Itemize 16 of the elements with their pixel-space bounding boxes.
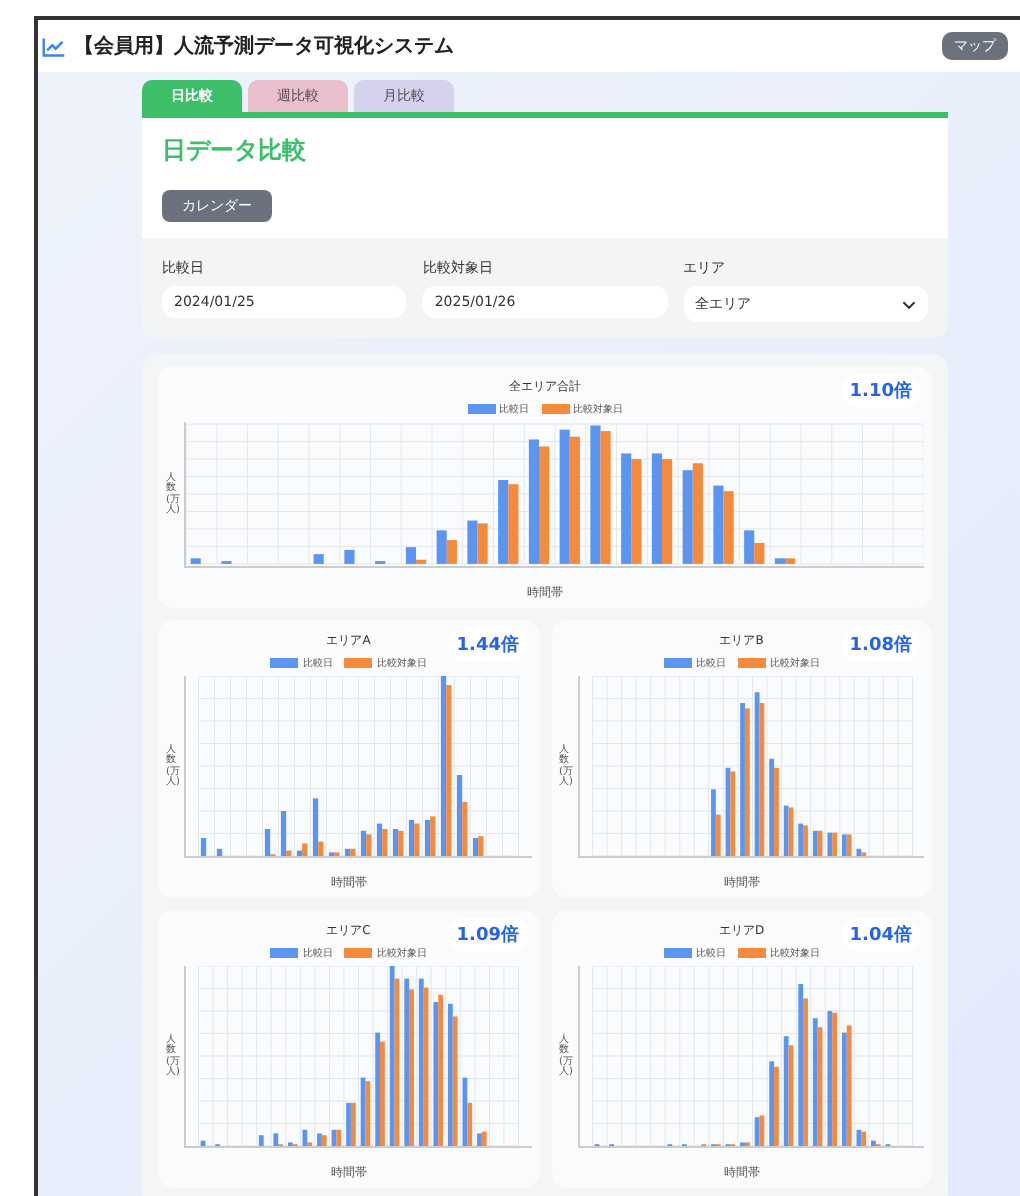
ratio-badge: 1.04倍 (841, 918, 920, 952)
bar (344, 549, 355, 564)
bar (258, 1135, 264, 1146)
ratio-badge: 1.08倍 (841, 628, 920, 662)
line-chart-icon (42, 35, 66, 57)
bar (313, 554, 324, 564)
ratio-badge: 1.10倍 (841, 374, 920, 408)
bar (200, 1140, 206, 1146)
chevron-down-icon (901, 299, 916, 309)
section-title: 日データ比較 (162, 134, 308, 168)
bar (200, 838, 207, 856)
bar (190, 558, 201, 564)
app-title: 【会員用】人流予測データ可視化システム (74, 32, 454, 60)
bar (216, 848, 223, 856)
ratio-badge: 1.09倍 (448, 918, 527, 952)
ratio-badge: 1.44倍 (448, 628, 527, 662)
